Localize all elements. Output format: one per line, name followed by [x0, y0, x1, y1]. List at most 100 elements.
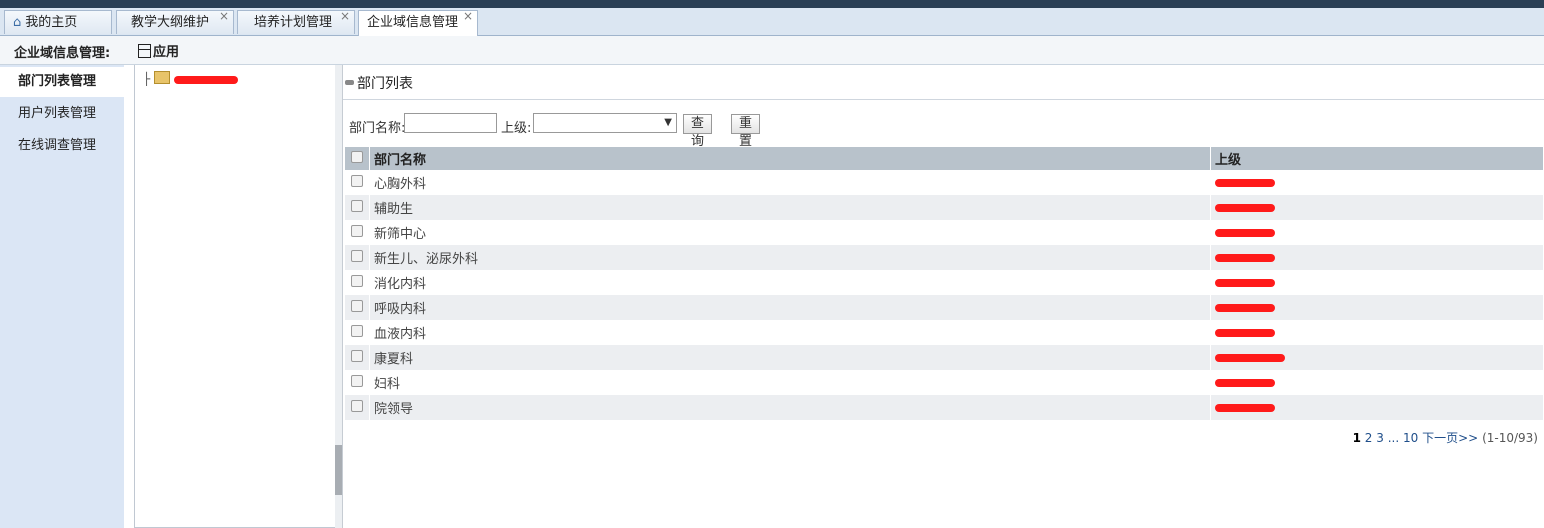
table-header-row: 部门名称 上级 [345, 147, 1544, 170]
dept-name-cell: 新生儿、泌尿外科 [369, 245, 1211, 270]
sidebar-item-online-survey[interactable]: 在线调查管理 [0, 131, 124, 161]
scrollbar-thumb[interactable] [335, 445, 342, 495]
page-summary: (1-10/93) [1482, 431, 1538, 445]
redaction-mark [1215, 228, 1275, 237]
dept-name-label: 部门名称: [349, 121, 406, 136]
page-link[interactable]: 3 [1376, 431, 1384, 445]
page-link-last[interactable]: 10 [1403, 431, 1418, 445]
tab-label: 企业域信息管理 [367, 15, 459, 30]
table-row[interactable]: 康夏科 [345, 345, 1544, 370]
window-top-strip [0, 0, 1544, 8]
parent-cell [1210, 395, 1544, 420]
tree-panel: ├ [134, 65, 336, 528]
table-row[interactable]: 院领导 [345, 395, 1544, 420]
tab-label: 培养计划管理 [254, 15, 333, 30]
table-row[interactable]: 呼吸内科 [345, 295, 1544, 320]
redaction-mark [174, 75, 239, 84]
close-icon[interactable]: × [340, 8, 350, 24]
department-table: 部门名称 上级 心胸外科 辅助生 新筛中心 新生儿、泌尿外科 消化内科 呼吸内科… [345, 147, 1544, 420]
dept-name-cell: 辅助生 [369, 195, 1211, 220]
main-panel: 部门列表 部门名称: 上级: ▼ 查询 重置 部门名称 上级 心胸外科 辅助生 … [343, 65, 1544, 528]
table-row[interactable]: 消化内科 [345, 270, 1544, 295]
parent-cell [1210, 220, 1544, 245]
tab-home[interactable]: ⌂ 我的主页 [4, 10, 112, 34]
sidebar-item-user-list[interactable]: 用户列表管理 [0, 99, 124, 129]
dept-name-cell: 妇科 [369, 370, 1211, 395]
row-checkbox[interactable] [345, 170, 370, 195]
sidebar: 部门列表管理 用户列表管理 在线调查管理 [0, 65, 124, 528]
panel-icon [345, 80, 354, 85]
redaction-mark [1215, 203, 1275, 212]
row-checkbox[interactable] [345, 245, 370, 270]
dropdown-arrow-icon: ▼ [664, 117, 672, 128]
parent-cell [1210, 170, 1544, 195]
row-checkbox[interactable] [345, 370, 370, 395]
parent-cell [1210, 245, 1544, 270]
parent-cell [1210, 370, 1544, 395]
page-link[interactable]: 2 [1365, 431, 1373, 445]
scrollbar[interactable] [335, 65, 343, 528]
redaction-mark [1215, 253, 1275, 262]
query-button[interactable]: 查询 [683, 114, 713, 149]
table-row[interactable]: 辅助生 [345, 195, 1544, 220]
apply-button[interactable]: 应用 [138, 41, 179, 60]
table-row[interactable]: 妇科 [345, 370, 1544, 395]
window-icon [138, 44, 151, 58]
parent-cell [1210, 270, 1544, 295]
redaction-mark [1215, 278, 1275, 287]
tab-label: 我的主页 [25, 15, 78, 30]
redaction-mark [1215, 378, 1275, 387]
tab-label: 教学大纲维护 [131, 15, 210, 30]
tab-bar: ⌂ 我的主页 教学大纲维护 × 培养计划管理 × 企业域信息管理 × [0, 8, 1544, 36]
select-all-checkbox[interactable] [345, 147, 370, 170]
dept-name-cell: 呼吸内科 [369, 295, 1211, 320]
parent-cell [1210, 345, 1544, 370]
toolbar-title: 企业域信息管理: [14, 46, 111, 61]
parent-cell [1210, 195, 1544, 220]
dept-name-cell: 新筛中心 [369, 220, 1211, 245]
table-row[interactable]: 心胸外科 [345, 170, 1544, 195]
tab-enterprise-domain[interactable]: 企业域信息管理 × [358, 8, 478, 36]
column-header-name: 部门名称 [369, 147, 1211, 170]
row-checkbox[interactable] [345, 395, 370, 420]
reset-button[interactable]: 重置 [731, 114, 761, 149]
folder-icon [154, 71, 171, 84]
parent-label: 上级: [501, 121, 532, 136]
sidebar-item-department-list[interactable]: 部门列表管理 [0, 67, 124, 97]
table-row[interactable]: 新筛中心 [345, 220, 1544, 245]
dept-name-cell: 康夏科 [369, 345, 1211, 370]
column-header-parent: 上级 [1210, 147, 1544, 170]
tab-training-plan[interactable]: 培养计划管理 × [237, 8, 355, 34]
dept-name-input[interactable] [404, 113, 497, 133]
row-checkbox[interactable] [345, 195, 370, 220]
row-checkbox[interactable] [345, 345, 370, 370]
pagination: 1 2 3 ... 10 下一页>> (1-10/93) [1353, 429, 1538, 446]
parent-select[interactable]: ▼ [533, 113, 677, 133]
close-icon[interactable]: × [219, 8, 229, 24]
dept-name-cell: 院领导 [369, 395, 1211, 420]
row-checkbox[interactable] [345, 220, 370, 245]
tree-root-node[interactable]: ├ [143, 71, 239, 86]
table-row[interactable]: 血液内科 [345, 320, 1544, 345]
apply-label: 应用 [153, 45, 180, 60]
redaction-mark [1215, 178, 1275, 187]
row-checkbox[interactable] [345, 295, 370, 320]
redaction-mark [1215, 328, 1275, 337]
row-checkbox[interactable] [345, 270, 370, 295]
row-checkbox[interactable] [345, 320, 370, 345]
close-icon[interactable]: × [463, 8, 473, 24]
tree-line-icon: ├ [143, 72, 151, 86]
home-icon: ⌂ [13, 15, 22, 30]
parent-cell [1210, 295, 1544, 320]
dept-name-cell: 血液内科 [369, 320, 1211, 345]
redaction-mark [1215, 303, 1275, 312]
redaction-mark [1215, 353, 1285, 362]
table-row[interactable]: 新生儿、泌尿外科 [345, 245, 1544, 270]
parent-cell [1210, 320, 1544, 345]
tab-syllabus[interactable]: 教学大纲维护 × [116, 8, 234, 34]
dept-name-cell: 消化内科 [369, 270, 1211, 295]
toolbar: 企业域信息管理: 应用 [0, 36, 1544, 65]
page-current: 1 [1352, 431, 1361, 445]
panel-title: 部门列表 [357, 76, 413, 92]
next-page-link[interactable]: 下一页>> [1422, 431, 1478, 445]
